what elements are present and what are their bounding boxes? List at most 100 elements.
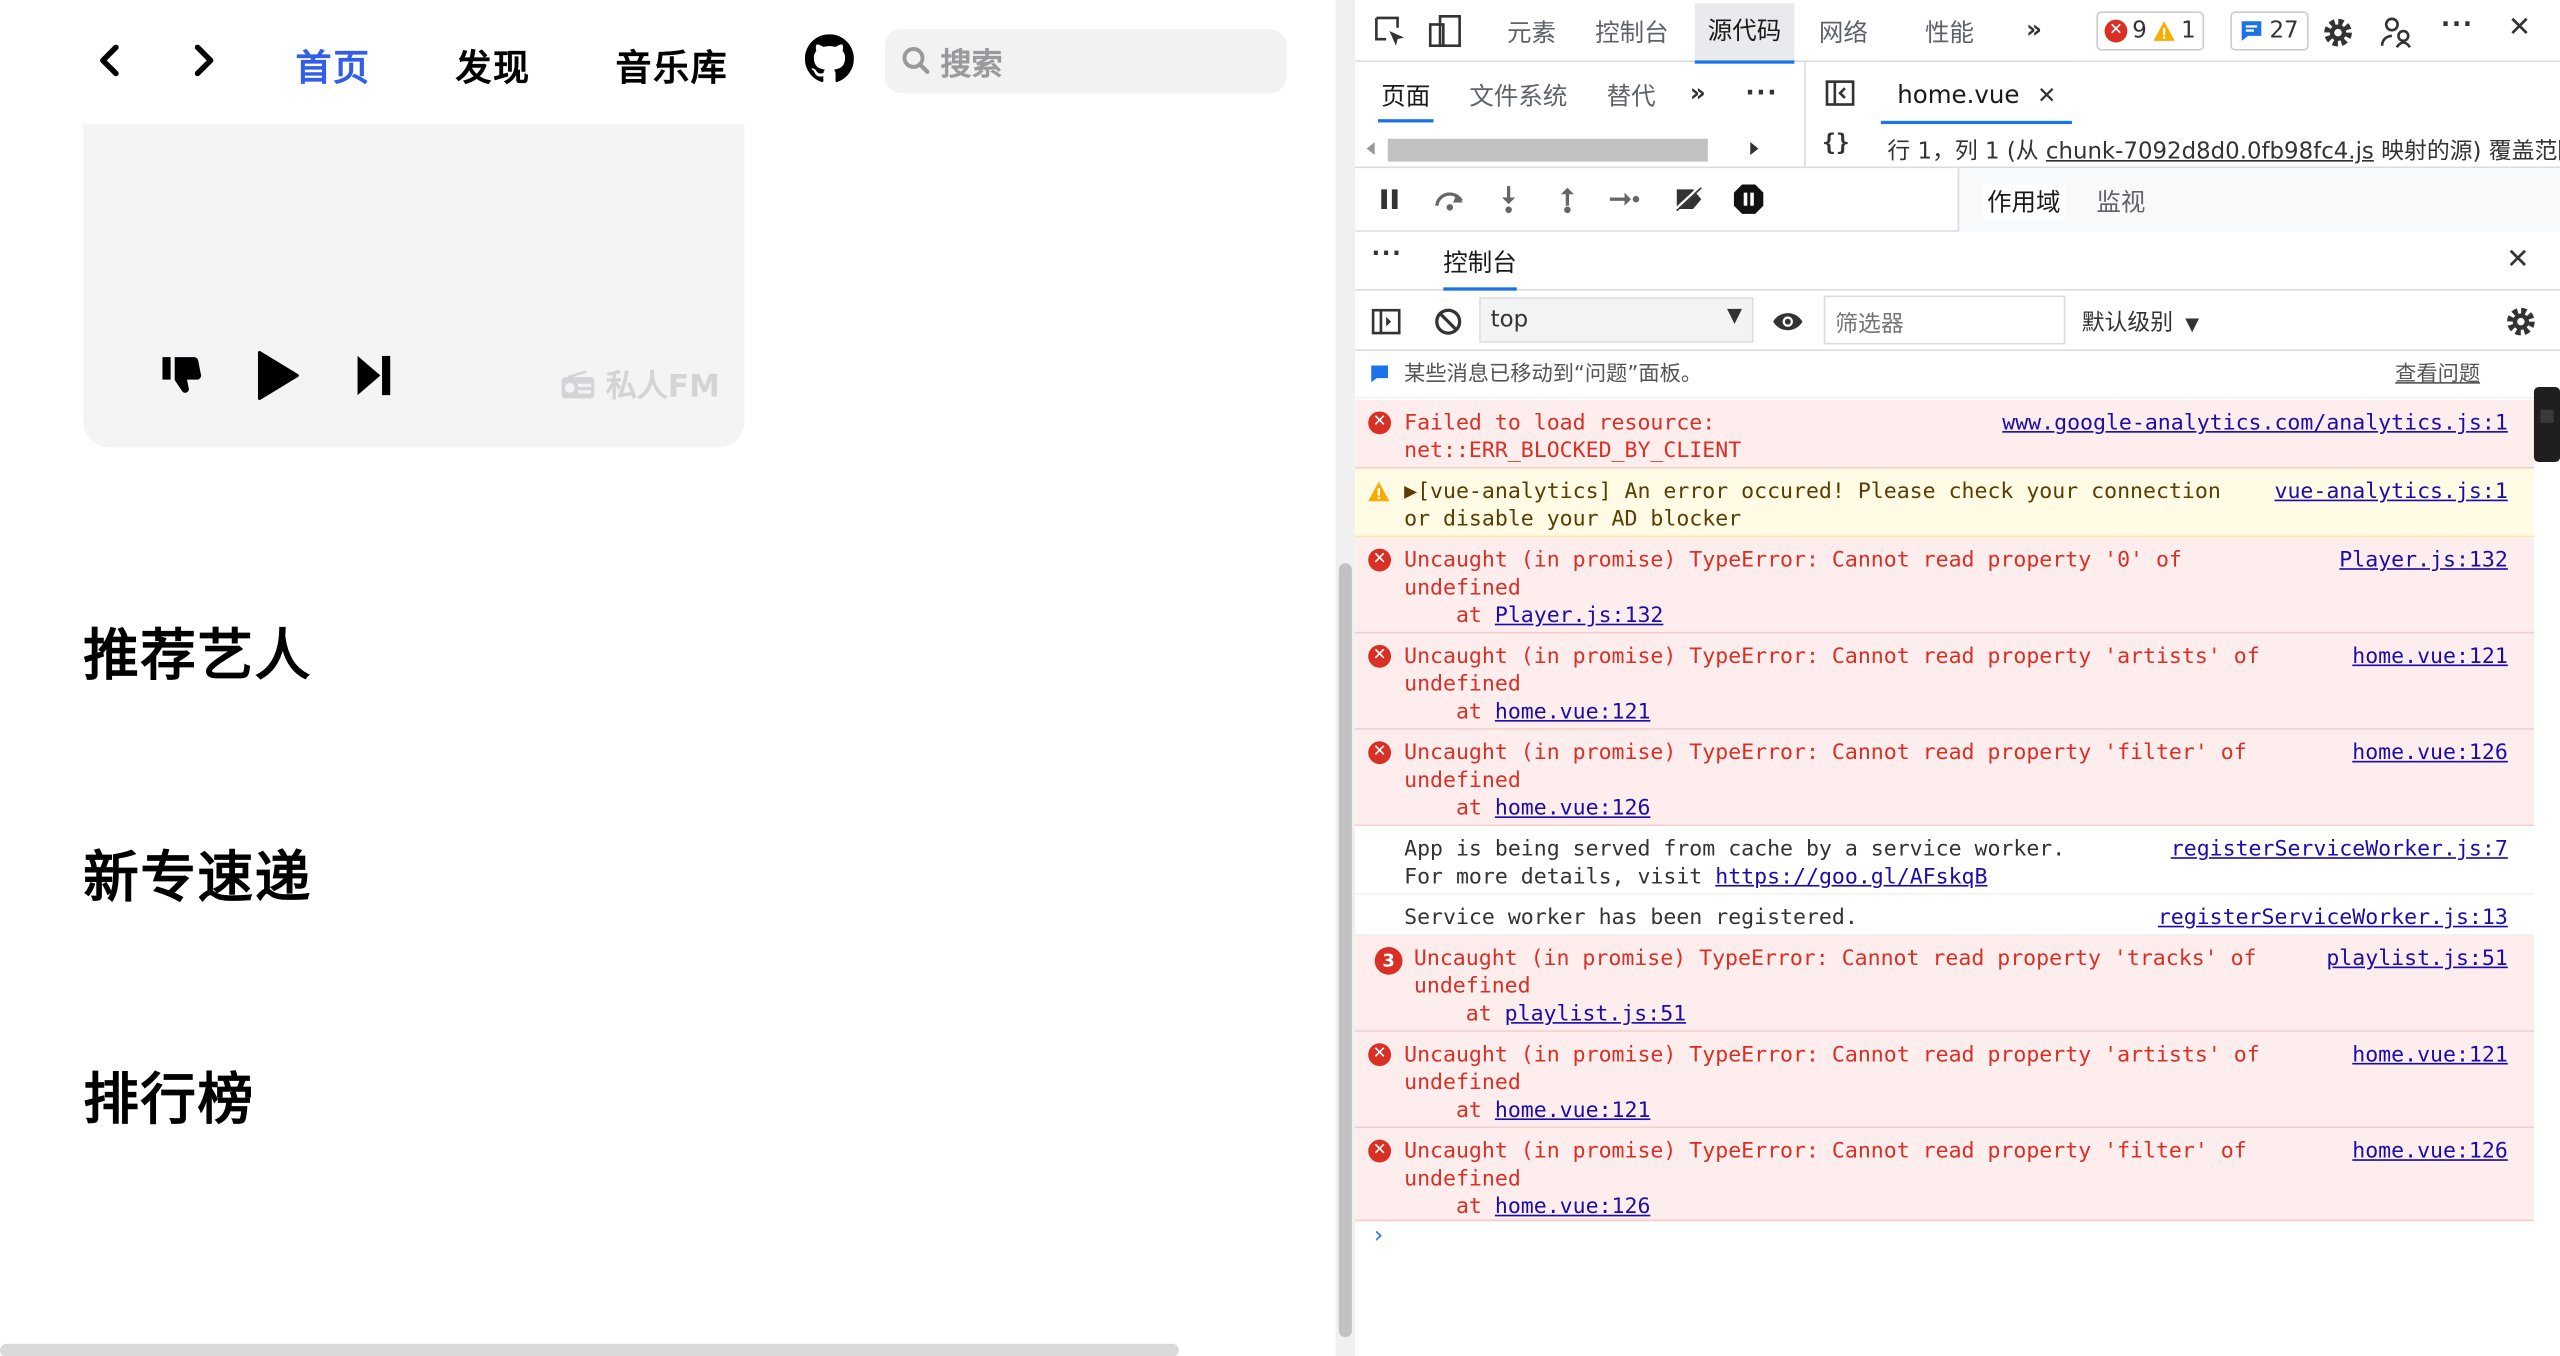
pause-icon <box>1381 189 1398 209</box>
live-expression-button[interactable] <box>1770 305 1806 338</box>
source-link[interactable]: Player.js:132 <box>2339 547 2508 575</box>
error-count: 9 <box>2132 17 2147 45</box>
tab-network[interactable]: 网络 <box>1819 15 1868 49</box>
console-scrollbar[interactable] <box>2533 386 2560 463</box>
close-devtools-icon[interactable]: ✕ <box>2508 11 2531 44</box>
close-drawer-icon[interactable]: ✕ <box>2506 243 2529 276</box>
source-map-link[interactable]: chunk-7092d8d0.0fb98fc4.js <box>2046 139 2374 165</box>
stack-link[interactable]: home.vue:126 <box>1495 1195 1651 1219</box>
more-tabs-chevron-icon[interactable]: » <box>2026 15 2042 44</box>
deactivate-breakpoints-button[interactable] <box>1670 183 1706 216</box>
context-select[interactable]: top ▼ <box>1479 297 1754 343</box>
more-options-icon[interactable]: ··· <box>2441 10 2474 39</box>
clear-console-button[interactable] <box>1432 305 1465 338</box>
drawer-tab-console[interactable]: 控制台 <box>1443 245 1517 291</box>
app-navbar: 首页 发现 音乐库 搜索 <box>0 0 1336 125</box>
nav-home[interactable]: 首页 <box>296 39 371 91</box>
source-link[interactable]: home.vue:126 <box>2352 1138 2508 1166</box>
source-link[interactable]: home.vue:126 <box>2352 740 2508 768</box>
settings-button[interactable] <box>2318 13 2357 52</box>
warning-icon <box>2153 21 2175 41</box>
pretty-print-icon[interactable]: {} <box>1822 131 1850 157</box>
stack-link[interactable]: home.vue:126 <box>1495 797 1651 821</box>
source-link[interactable]: www.google-analytics.com/analytics.js:1 <box>2002 410 2508 438</box>
github-icon <box>804 34 854 83</box>
filter-placeholder: 筛选器 <box>1835 311 1904 338</box>
navigator-scroll-thumb[interactable] <box>1387 138 1708 162</box>
drawer-more-icon[interactable]: ··· <box>1371 242 1402 268</box>
tab-scope[interactable]: 作用域 <box>1982 184 2066 219</box>
devtools-main-toolbar: 元素 控制台 源代码 网络 性能 » ✕ 9 1 27 ··· ✕ <box>1355 0 2560 64</box>
stack-prefix: at <box>1404 1098 1495 1124</box>
stack-prefix: at <box>1404 604 1495 629</box>
horizontal-scrollbar[interactable] <box>0 1343 1179 1356</box>
error-icon: ✕ <box>1368 1043 1392 1067</box>
console-filter-input[interactable]: 筛选器 <box>1823 295 2066 345</box>
step-button[interactable] <box>1607 183 1643 216</box>
source-link[interactable]: vue-analytics.js:1 <box>2274 478 2507 506</box>
issues-counter[interactable]: ✕ 9 1 <box>2096 11 2204 51</box>
dislike-button[interactable] <box>155 348 211 404</box>
show-sidebar-button[interactable] <box>1370 305 1403 338</box>
github-link[interactable] <box>804 34 857 86</box>
console-message: Uncaught (in promise) TypeError: Cannot … <box>1413 946 2257 1000</box>
console-message[interactable]: ▶[vue-analytics] An error occured! Pleas… <box>1404 478 2253 534</box>
source-link[interactable]: playlist.js:51 <box>2326 945 2507 973</box>
tab-elements[interactable]: 元素 <box>1507 15 1556 49</box>
nav-more-options-icon[interactable]: ··· <box>1745 78 1778 107</box>
inspect-element-button[interactable] <box>1368 10 1410 52</box>
navigator-scrollbar[interactable] <box>1365 134 1770 162</box>
messages-counter[interactable]: 27 <box>2230 11 2309 51</box>
pause-on-exceptions-icon <box>1733 184 1764 214</box>
debugger-toolbar: 作用域 监视 <box>1355 166 2560 232</box>
feedback-button[interactable] <box>2377 13 2416 52</box>
step-over-button[interactable] <box>1430 183 1469 216</box>
log-level-select[interactable]: 默认级别 ▼ <box>2082 305 2199 338</box>
docs-link[interactable]: https://goo.gl/AFskqB <box>1715 865 1987 889</box>
private-fm-label: 私人FM <box>560 362 720 406</box>
next-button[interactable] <box>348 348 400 404</box>
pause-on-exceptions-button[interactable] <box>1729 181 1768 217</box>
breakpoints-off-icon <box>1673 186 1702 213</box>
step-into-button[interactable] <box>1492 183 1525 216</box>
nav-discover[interactable]: 发现 <box>456 39 531 91</box>
forward-button[interactable] <box>180 36 229 85</box>
source-link[interactable]: home.vue:121 <box>2352 1042 2508 1070</box>
stack-link[interactable]: playlist.js:51 <box>1505 1002 1686 1026</box>
tab-performance[interactable]: 性能 <box>1925 15 1974 49</box>
back-button[interactable] <box>85 36 134 85</box>
stack-link[interactable]: Player.js:132 <box>1495 604 1664 628</box>
nav-library[interactable]: 音乐库 <box>616 39 729 91</box>
editor-status-bar: {} 行 1，列 1 (从 chunk-7092d8d0.0fb98fc4.js… <box>1806 127 2560 166</box>
console-prompt-icon[interactable]: › <box>1371 1223 1385 1249</box>
tab-console[interactable]: 控制台 <box>1595 15 1668 49</box>
source-link[interactable]: home.vue:121 <box>2352 643 2508 671</box>
search-box[interactable]: 搜索 <box>884 29 1287 94</box>
chevron-left-icon <box>100 44 119 77</box>
close-file-tab-icon[interactable]: ✕ <box>2037 83 2056 109</box>
source-link[interactable]: registerServiceWorker.js:13 <box>2158 905 2508 933</box>
vertical-scrollbar-thumb[interactable] <box>1338 563 1352 1338</box>
source-link[interactable]: registerServiceWorker.js:7 <box>2171 836 2508 864</box>
console-settings-button[interactable] <box>2501 304 2540 340</box>
play-button[interactable] <box>248 344 307 406</box>
step-out-button[interactable] <box>1551 183 1584 216</box>
issues-banner-text: 某些消息已移动到“问题”面板。 <box>1404 362 1703 387</box>
console-toolbar: top ▼ 筛选器 默认级别 ▼ <box>1355 291 2560 352</box>
tab-overrides[interactable]: 替代 <box>1607 78 1656 112</box>
tab-filesystem[interactable]: 文件系统 <box>1469 78 1567 112</box>
pause-button[interactable] <box>1375 184 1404 213</box>
console-scroll-thumb[interactable] <box>2540 409 2554 423</box>
dropdown-triangle-icon: ▼ <box>2185 313 2200 335</box>
tab-page[interactable]: 页面 <box>1377 78 1434 123</box>
tab-watch[interactable]: 监视 <box>2096 184 2145 218</box>
toggle-navigator-button[interactable] <box>1822 75 1858 111</box>
stack-link[interactable]: home.vue:121 <box>1495 1099 1651 1123</box>
more-nav-tabs-chevron-icon[interactable]: » <box>1690 78 1706 107</box>
section-title-charts: 排行榜 <box>83 1067 255 1134</box>
device-toolbar-button[interactable] <box>1424 10 1466 52</box>
tab-sources[interactable]: 源代码 <box>1694 3 1795 64</box>
view-issues-link[interactable]: 查看问题 <box>2395 361 2480 389</box>
file-tab-home-vue[interactable]: home.vue ✕ <box>1880 62 2073 125</box>
stack-link[interactable]: home.vue:121 <box>1495 700 1651 724</box>
